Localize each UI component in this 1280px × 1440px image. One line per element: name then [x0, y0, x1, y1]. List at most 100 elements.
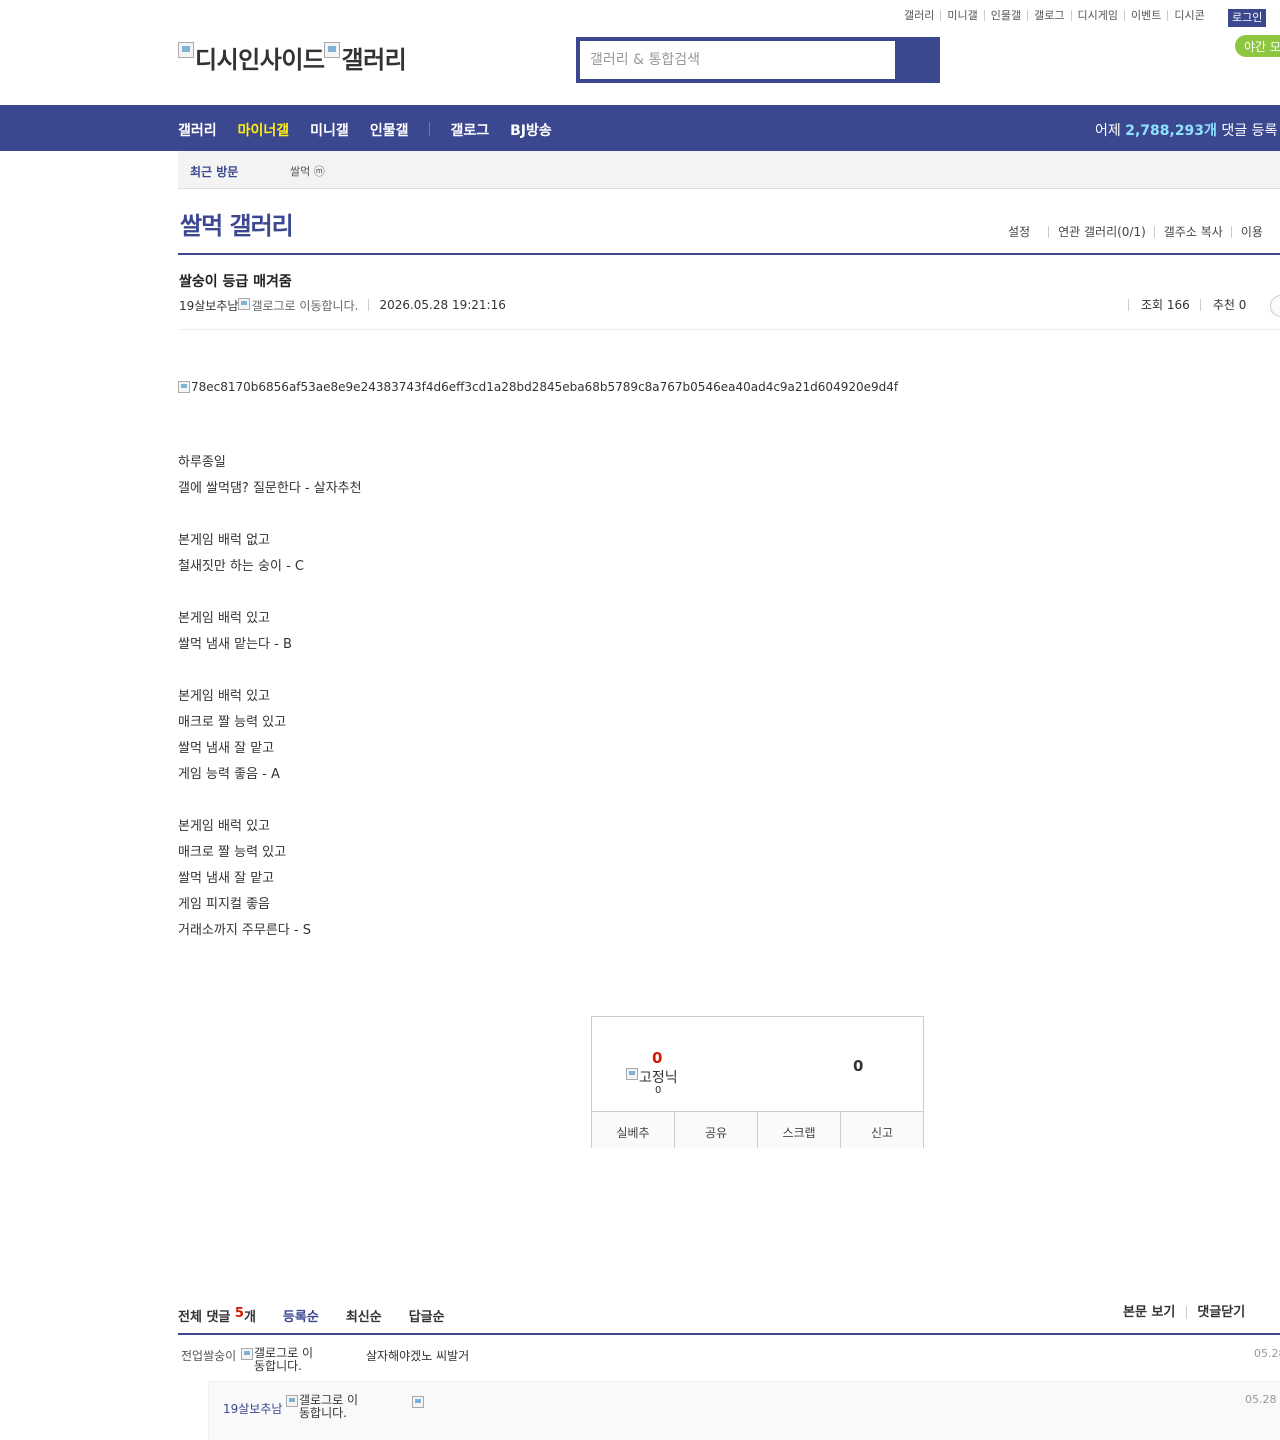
- reply-item: 19살보추남 갤로그로 이동합니다. 05.28 1: [208, 1381, 1280, 1440]
- reply-date: 05.28 1: [1245, 1393, 1280, 1406]
- sort-replies[interactable]: 답글순: [409, 1306, 445, 1325]
- top-link-person[interactable]: 인물갤: [983, 10, 1027, 21]
- login-button[interactable]: 로그인: [1228, 9, 1267, 27]
- body-line: [178, 791, 362, 817]
- nav-gallery[interactable]: 갤러리: [178, 120, 217, 140]
- stat-suffix: 댓글 등록: [1221, 123, 1278, 139]
- reply-nick[interactable]: 19살보추남: [223, 1400, 282, 1417]
- nav-bj[interactable]: BJ방송: [510, 120, 552, 140]
- night-mode-button[interactable]: 야간 모: [1235, 35, 1280, 57]
- comment-gallog-alt: 갤로그로 이동합니다.: [254, 1346, 314, 1373]
- body-line: [178, 583, 362, 609]
- copy-gallery-url[interactable]: 갤주소 복사: [1153, 226, 1231, 238]
- post-image-alt: 78ec8170b6856af53ae8e9e24383743f4d6eff3c…: [191, 380, 899, 394]
- search-box: [576, 37, 940, 83]
- gallery-usage[interactable]: 이용: [1230, 226, 1271, 238]
- comments-actions: 본문 보기 댓글닫기: [1123, 1306, 1256, 1319]
- report-button[interactable]: 신고: [840, 1112, 923, 1148]
- top-link-gallery[interactable]: 갤러리: [904, 10, 940, 21]
- nav-mini-gallery[interactable]: 미니갤: [310, 120, 349, 140]
- body-line: 매크로 짤 능력 있고: [178, 845, 287, 860]
- top-link-gallog[interactable]: 갤로그: [1027, 10, 1070, 21]
- post-author[interactable]: 19살보추남: [179, 297, 238, 314]
- meta-divider: [178, 329, 1280, 330]
- nav-minor-gallery[interactable]: 마이너갤: [238, 120, 290, 140]
- body-line: 하루종일: [178, 455, 226, 470]
- recent-visit-item[interactable]: 쌀먹 ⓜ: [290, 163, 325, 179]
- post-views: 조회 166: [1128, 299, 1200, 311]
- comment-text: 살자해야겠노 씨발거: [366, 1349, 470, 1363]
- recent-visit-label[interactable]: 최근 방문: [190, 163, 238, 180]
- share-button[interactable]: 공유: [674, 1112, 757, 1148]
- fixnick-upvote: 고정닉: [626, 1067, 678, 1087]
- comment-date: 05.28: [1254, 1347, 1280, 1360]
- post-image[interactable]: 78ec8170b6856af53ae8e9e24383743f4d6eff3c…: [178, 380, 898, 394]
- top-link-event[interactable]: 이벤트: [1123, 10, 1167, 21]
- gallog-icon[interactable]: [238, 298, 251, 310]
- best-recommend-button[interactable]: 실베추: [592, 1112, 674, 1148]
- site-logo[interactable]: 디시인사이드 갤러리: [178, 40, 407, 75]
- nav-divider: [429, 122, 431, 136]
- body-line: 게임 피지컬 좋음: [178, 897, 270, 912]
- more-options-button[interactable]: [1270, 295, 1280, 317]
- nav-items: 갤러리 마이너갤 미니갤 인물갤 갤로그 BJ방송: [178, 120, 573, 140]
- stat-prefix: 어제: [1095, 123, 1121, 139]
- comment-stat: 어제 2,788,293개 댓글 등록: [1095, 120, 1277, 140]
- view-body-button[interactable]: 본문 보기: [1123, 1306, 1186, 1319]
- gallog-alt[interactable]: 갤로그로 이동합니다.: [251, 297, 358, 314]
- body-line: [178, 505, 362, 531]
- top-link-dccon[interactable]: 디시콘: [1167, 10, 1210, 21]
- broken-image-icon: [324, 42, 341, 58]
- body-line: 게임 능력 좋음 - A: [178, 767, 280, 782]
- sort-newest[interactable]: 최신순: [346, 1306, 382, 1325]
- comments-count: 5: [234, 1306, 244, 1321]
- reply-dccon-image[interactable]: [412, 1396, 424, 1408]
- body-line: 철새짓만 하는 숭이 - C: [178, 559, 304, 574]
- post-meta: 19살보추남 갤로그로 이동합니다. 2026.05.28 19:21:16: [179, 297, 506, 314]
- body-line: 쌀먹 냄새 맡는다 - B: [178, 637, 292, 652]
- comments-total-label: 전체 댓글: [178, 1310, 231, 1325]
- title-divider: [178, 253, 1280, 255]
- logo-dcinside: 디시인사이드: [195, 46, 325, 74]
- comment-gallog[interactable]: 갤로그로 이동합니다.: [241, 1347, 324, 1373]
- fixnick-label: 고정닉: [639, 1070, 678, 1086]
- downvote-count[interactable]: 0: [853, 1057, 863, 1075]
- related-gallery[interactable]: 연관 갤러리(0/1): [1048, 226, 1154, 238]
- nav-gallog[interactable]: 갤로그: [450, 120, 489, 140]
- scrap-button[interactable]: 스크랩: [757, 1112, 840, 1148]
- gallery-settings[interactable]: 설정: [1008, 226, 1038, 238]
- close-comments-button[interactable]: 댓글닫기: [1186, 1306, 1256, 1319]
- comments-count-suffix: 개: [243, 1310, 256, 1325]
- top-links: 갤러리 미니갤 인물갤 갤로그 디시게임 이벤트 디시콘: [904, 10, 1211, 21]
- search-input[interactable]: [580, 41, 895, 79]
- top-link-game[interactable]: 디시게임: [1070, 10, 1124, 21]
- body-line: 거래소까지 주무른다 - S: [178, 923, 311, 938]
- fixnick-upvote-count: 0: [655, 1085, 662, 1096]
- logo-gallery: 갤러리: [341, 46, 407, 74]
- top-link-minigall[interactable]: 미니갤: [940, 10, 983, 21]
- gallog-icon: [286, 1395, 298, 1407]
- body-line: 본게임 배럭 없고: [178, 533, 270, 548]
- gallery-title[interactable]: 쌀먹 갤러리: [180, 206, 294, 241]
- body-line: [178, 661, 362, 687]
- nav-person-gallery[interactable]: 인물갤: [370, 120, 409, 140]
- body-line: 매크로 짤 능력 있고: [178, 715, 287, 730]
- body-line: 쌀먹 냄새 잘 맡고: [178, 741, 275, 756]
- post-stats: 조회 166 추천 0: [1128, 299, 1256, 311]
- post-title: 쌀숭이 등급 매겨줌: [179, 274, 292, 290]
- comment-item: 전업쌀숭이 갤로그로 이동합니다. 살자해야겠노 씨발거 05.28: [181, 1347, 1280, 1373]
- comments-header: 전체 댓글 5개 등록순 최신순 답글순: [178, 1306, 445, 1325]
- recent-visit-bar: 최근 방문 쌀먹 ⓜ: [178, 151, 1280, 189]
- search-button[interactable]: [896, 41, 936, 79]
- comment-nick[interactable]: 전업쌀숭이: [181, 1349, 236, 1363]
- body-line: 갤에 쌀먹댐? 질문한다 - 살자추천: [178, 481, 362, 496]
- reply-gallog[interactable]: 갤로그로 이동합니다.: [286, 1394, 369, 1420]
- comments-divider: [178, 1333, 1280, 1335]
- body-line: 본게임 배럭 있고: [178, 689, 270, 704]
- broken-image-icon: [626, 1068, 638, 1080]
- broken-image-icon: [178, 42, 194, 58]
- upvote-count[interactable]: 0: [652, 1049, 662, 1067]
- body-line: 본게임 배럭 있고: [178, 611, 270, 626]
- sort-registered[interactable]: 등록순: [283, 1306, 319, 1325]
- stat-value: 2,788,293개: [1125, 123, 1217, 139]
